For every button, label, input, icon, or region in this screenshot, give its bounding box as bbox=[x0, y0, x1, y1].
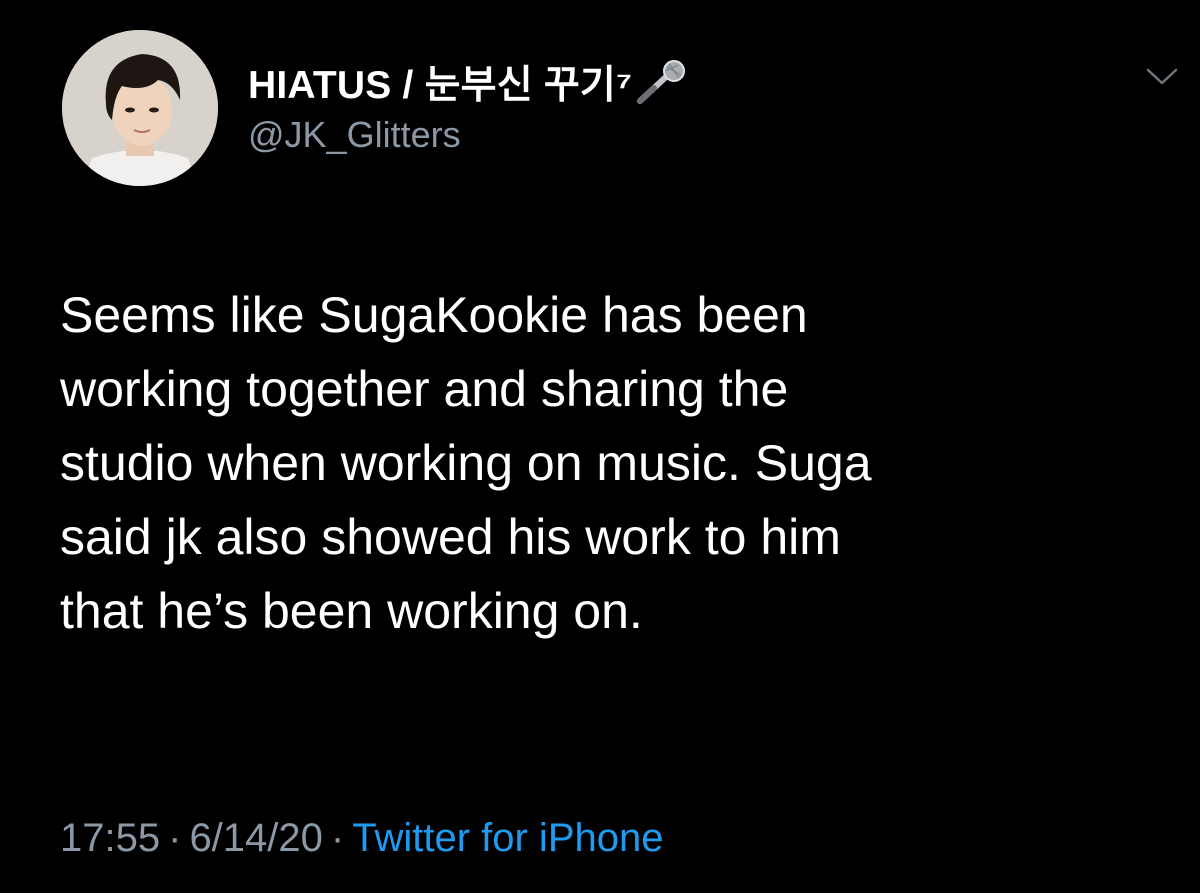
profile-photo-icon bbox=[62, 30, 218, 186]
display-name[interactable]: HIATUS / 눈부신 꾸기⁷ bbox=[248, 54, 690, 110]
tweet-text-line: working together and sharing the bbox=[60, 361, 789, 417]
tweet-date[interactable]: 6/14/20 bbox=[189, 816, 322, 860]
avatar[interactable] bbox=[62, 30, 218, 186]
tweet-text-line: Seems like SugaKookie has been bbox=[60, 287, 808, 343]
tweet-source-link[interactable]: Twitter for iPhone bbox=[352, 816, 663, 860]
tweet-text-line: that he’s been working on. bbox=[60, 583, 643, 639]
display-name-text: HIATUS / 눈부신 꾸기⁷ bbox=[248, 64, 633, 107]
chevron-down-icon[interactable] bbox=[1144, 64, 1180, 88]
tweet-card: HIATUS / 눈부신 꾸기⁷ @JK_Glitters Seems like… bbox=[0, 0, 1200, 893]
tweet-time[interactable]: 17:55 bbox=[60, 816, 160, 860]
user-handle[interactable]: @JK_Glitters bbox=[248, 114, 461, 156]
microphone-icon bbox=[634, 59, 690, 105]
tweet-meta: 17:55 · 6/14/20 · Twitter for iPhone bbox=[60, 816, 663, 861]
meta-separator: · bbox=[168, 816, 182, 860]
meta-separator: · bbox=[330, 816, 345, 860]
tweet-text-line: said jk also showed his work to him bbox=[60, 509, 841, 565]
tweet-text-line: studio when working on music. Suga bbox=[60, 435, 872, 491]
tweet-text: Seems like SugaKookie has been working t… bbox=[60, 278, 1170, 648]
